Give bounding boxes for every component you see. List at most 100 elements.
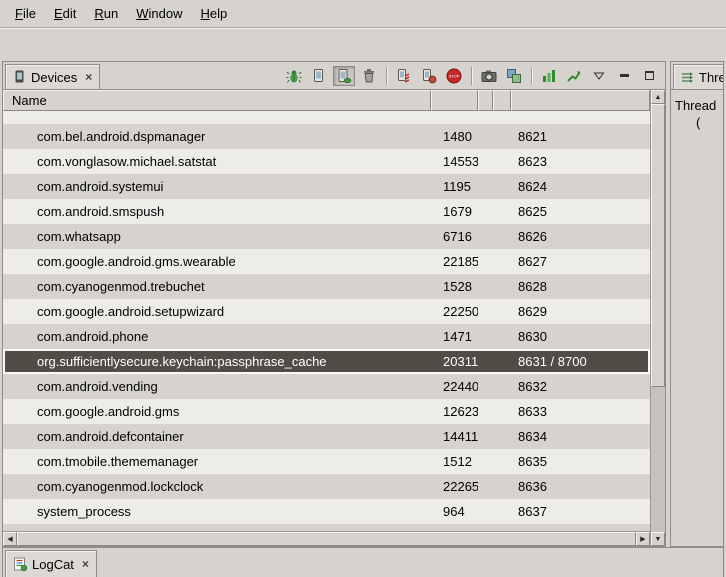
tab-devices[interactable]: Devices × — [5, 64, 100, 89]
device-pid-cell: 20311 — [431, 354, 478, 369]
device-name-cell: com.bel.android.dspmanager — [3, 129, 431, 144]
device-pid-cell: 14553 — [431, 154, 478, 169]
column-header-3[interactable] — [478, 90, 493, 111]
tab-logcat[interactable]: LogCat × — [5, 550, 97, 577]
device-name-cell: com.android.defcontainer — [3, 429, 431, 444]
vertical-scrollbar-thumb[interactable] — [651, 104, 665, 387]
table-row[interactable]: com.vonglasow.michael.satstat 14553 8623 — [3, 149, 650, 174]
table-row[interactable]: com.bel.android.dspmanager 1480 8621 — [3, 124, 650, 149]
graph-icon[interactable] — [563, 66, 585, 86]
device-port-cell: 8637 — [511, 504, 650, 519]
heap-bars-icon[interactable] — [538, 66, 560, 86]
devices-toolbar: STOP — [278, 62, 665, 89]
menu-file[interactable]: File — [6, 2, 45, 25]
scroll-left-icon[interactable]: ◀ — [3, 532, 17, 546]
threads-tab-icon — [681, 71, 694, 84]
device-pid-cell: 1528 — [431, 279, 478, 294]
device-name-cell: com.vonglasow.michael.satstat — [3, 154, 431, 169]
table-row[interactable]: com.google.android.gms.wearable 22185 86… — [3, 249, 650, 274]
column-header-4[interactable] — [493, 90, 511, 111]
gc-icon[interactable] — [358, 66, 380, 86]
column-header-port[interactable] — [511, 90, 650, 111]
minimize-icon[interactable] — [613, 66, 635, 86]
menu-help[interactable]: Help — [191, 2, 236, 25]
main-toolbar — [0, 28, 726, 61]
device-name-cell: com.cyanogenmod.lockclock — [3, 479, 431, 494]
tab-logcat-close-icon[interactable]: × — [79, 557, 89, 571]
device-name-cell: com.google.android.gms.wearable — [3, 254, 431, 269]
toolbar-separator — [386, 67, 387, 85]
menu-run[interactable]: Run — [85, 2, 127, 25]
update-threads-icon[interactable] — [393, 66, 415, 86]
scroll-right-icon[interactable]: ▶ — [636, 532, 650, 546]
table-row[interactable]: com.cyanogenmod.lockclock 22265 8636 — [3, 474, 650, 499]
table-row[interactable]: org.sufficientlysecure.keychain:passphra… — [3, 349, 650, 374]
table-row[interactable]: com.android.smspush 1679 8625 — [3, 199, 650, 224]
menu-window[interactable]: Window — [127, 2, 191, 25]
stop-icon[interactable]: STOP — [443, 66, 465, 86]
logcat-panel: LogCat × — [2, 547, 724, 577]
table-row[interactable]: com.tmobile.thememanager 1512 8635 — [3, 449, 650, 474]
tab-threads-label: Threads — [699, 70, 723, 85]
devices-panel-header: Devices × — [3, 62, 665, 90]
device-port-cell: 8628 — [511, 279, 650, 294]
table-row[interactable]: com.android.phone 1471 8630 — [3, 324, 650, 349]
device-port-cell: 8626 — [511, 229, 650, 244]
device-port-cell: 8630 — [511, 329, 650, 344]
device-name-cell: com.cyanogenmod.trebuchet — [3, 279, 431, 294]
table-row[interactable]: com.android.vending 22440 8632 — [3, 374, 650, 399]
horizontal-scrollbar[interactable]: ◀ ▶ — [3, 531, 650, 546]
table-row[interactable]: com.android.defcontainer 14411 8634 — [3, 424, 650, 449]
tab-devices-close-icon[interactable]: × — [82, 70, 92, 84]
dump-hprof-icon[interactable] — [333, 66, 355, 86]
device-pid-cell: 6716 — [431, 229, 478, 244]
menu-edit[interactable]: Edit — [45, 2, 85, 25]
table-row[interactable]: com.whatsapp 6716 8626 — [3, 224, 650, 249]
device-port-cell: 8627 — [511, 254, 650, 269]
view-menu-icon[interactable] — [588, 66, 610, 86]
debug-icon[interactable] — [283, 66, 305, 86]
toolbar-separator — [531, 67, 532, 85]
scroll-down-icon[interactable]: ▼ — [651, 532, 665, 546]
horizontal-scrollbar-thumb[interactable] — [17, 532, 636, 546]
device-port-cell: 8624 — [511, 179, 650, 194]
device-pid-cell: 22265 — [431, 479, 478, 494]
table-row[interactable]: com.android.systemui 1195 8624 — [3, 174, 650, 199]
menubar: File Edit Run Window Help — [0, 0, 726, 28]
device-table-header: Name — [3, 90, 650, 111]
update-heap-icon[interactable] — [308, 66, 330, 86]
threads-message-line1: Thread up — [675, 97, 720, 114]
table-row[interactable]: com.google.android.setupwizard 22250 862… — [3, 299, 650, 324]
tab-logcat-label: LogCat — [32, 557, 74, 572]
screen-capture-icon[interactable] — [478, 66, 500, 86]
device-name-cell: org.sufficientlysecure.keychain:passphra… — [3, 354, 431, 369]
device-port-cell: 8633 — [511, 404, 650, 419]
method-profiling-icon[interactable] — [418, 66, 440, 86]
vertical-scrollbar[interactable]: ▲ ▼ — [650, 90, 665, 546]
device-pid-cell: 22250 — [431, 304, 478, 319]
device-port-cell: 8634 — [511, 429, 650, 444]
table-row[interactable]: com.cyanogenmod.trebuchet 1528 8628 — [3, 274, 650, 299]
threads-message: Thread up ( — [671, 90, 723, 131]
hierarchy-icon[interactable] — [503, 66, 525, 86]
device-table-body: com.bel.android.dspmanager 1480 8621 com… — [3, 111, 650, 531]
device-pid-cell: 1679 — [431, 204, 478, 219]
device-name-cell: com.google.android.gms — [3, 404, 431, 419]
devices-panel: Devices × — [2, 61, 666, 547]
column-header-pid[interactable] — [431, 90, 478, 111]
table-row[interactable]: system_process 964 8637 — [3, 499, 650, 524]
device-pid-cell: 14411 — [431, 429, 478, 444]
tab-devices-label: Devices — [31, 70, 77, 85]
device-pid-cell: 1195 — [431, 179, 478, 194]
device-name-cell: com.android.vending — [3, 379, 431, 394]
threads-panel: Threads Thread up ( — [670, 61, 724, 547]
threads-message-line2: ( — [675, 114, 720, 131]
column-header-name[interactable]: Name — [3, 90, 431, 111]
scroll-up-icon[interactable]: ▲ — [651, 90, 665, 104]
device-name-cell: com.android.smspush — [3, 204, 431, 219]
table-row[interactable]: com.google.android.gms 12623 8633 — [3, 399, 650, 424]
device-name-cell: com.google.android.setupwizard — [3, 304, 431, 319]
maximize-icon[interactable] — [638, 66, 660, 86]
tab-threads[interactable]: Threads — [673, 64, 723, 89]
device-name-cell: com.tmobile.thememanager — [3, 454, 431, 469]
